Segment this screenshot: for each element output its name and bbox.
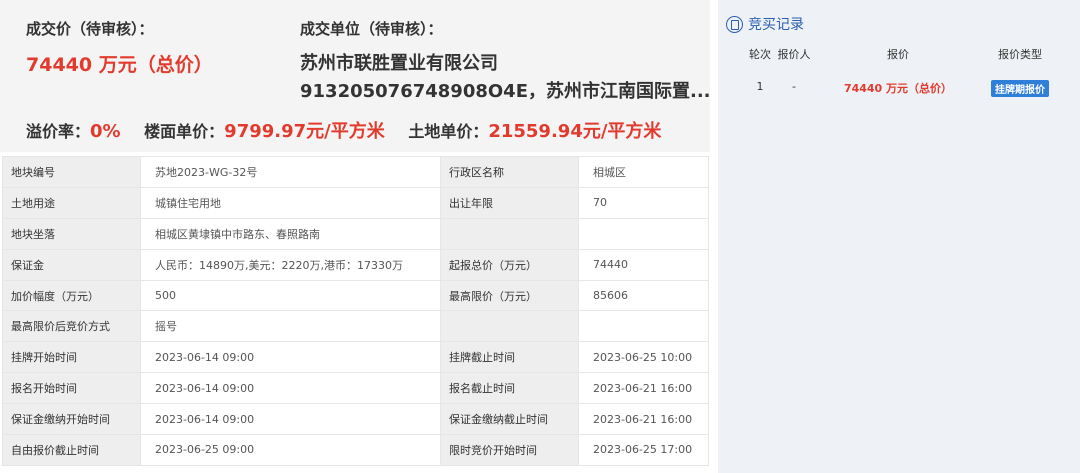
bid-type-badge: 挂牌期报价 (991, 80, 1049, 97)
field-value (578, 310, 709, 343)
land-info-table: 地块编号 苏地2023-WG-32号 行政区名称 相城区 土地用途 城镇住宅用地 出让年限 7… (2, 156, 709, 466)
field-value: 相城区黄埭镇中市路东、春照路南 (140, 217, 441, 250)
table-row: 保证金 人民币：14890万,美元：2220万,港币：17330万 起报总价（万元）… (2, 248, 709, 281)
field-value: 2023-06-14 09:00 (140, 403, 441, 436)
field-value (578, 217, 709, 250)
field-value: 相城区 (578, 156, 709, 188)
field-value: 74440 (578, 248, 709, 281)
field-value: 2023-06-25 09:00 (140, 434, 441, 466)
field-label: 报名开始时间 (2, 372, 141, 405)
field-label (440, 310, 579, 343)
company-info: 苏州市联胜置业有限公司 913205076748908O4E，苏州市江南国际置.… (300, 50, 711, 106)
header-bidder: 报价人 (777, 48, 811, 61)
price-metrics: 溢价率：0% 楼面单价：9799.97元/平方米 土地单价：21559.94元/… (26, 117, 679, 143)
field-value: 2023-06-25 17:00 (578, 434, 709, 466)
table-row: 最高限价后竞价方式 摇号 (2, 310, 709, 343)
field-label: 挂牌截止时间 (440, 341, 579, 374)
bid-record-panel: 竞买记录 轮次 报价人 报价 报价类型 1 - 74440 万元（总价） 挂牌期… (718, 0, 1080, 473)
record-icon (726, 15, 743, 33)
premium-label: 溢价率： (26, 122, 91, 141)
field-label: 最高限价后竞价方式 (2, 310, 141, 343)
bid-bidder: - (792, 80, 796, 93)
field-label: 保证金缴纳截止时间 (440, 403, 579, 436)
field-label: 加价幅度（万元） (2, 279, 141, 312)
field-value: 人民币：14890万,美元：2220万,港币：17330万 (140, 248, 441, 281)
field-label: 限时竞价开始时间 (440, 434, 579, 466)
header-type: 报价类型 (998, 48, 1042, 61)
bid-record-title-text: 竞买记录 (748, 17, 804, 33)
floor-price-value: 9799.97元/平方米 (224, 121, 385, 142)
company-code: 913205076748908O4E，苏州市江南国际置... (300, 81, 711, 102)
field-value: 2023-06-21 16:00 (578, 403, 709, 436)
field-value: 70 (578, 186, 709, 219)
premium-value: 0% (90, 121, 121, 142)
field-label (440, 217, 579, 250)
field-value: 城镇住宅用地 (140, 186, 441, 219)
table-row: 加价幅度（万元） 500 最高限价（万元） 85606 (2, 279, 709, 312)
field-label: 地块编号 (2, 156, 141, 188)
field-value: 2023-06-25 10:00 (578, 341, 709, 374)
table-row: 土地用途 城镇住宅用地 出让年限 70 (2, 186, 709, 219)
deal-price-label: 成交价（待审核）： (26, 20, 154, 38)
field-value: 2023-06-14 09:00 (140, 341, 441, 374)
deal-summary: 成交价（待审核）： 74440 万元（总价） 成交单位（待审核）： 苏州市联胜置… (0, 0, 711, 152)
field-value: 2023-06-14 09:00 (140, 372, 441, 405)
field-label: 土地用途 (2, 186, 141, 219)
field-label: 行政区名称 (440, 156, 579, 188)
floor-price-label: 楼面单价： (144, 122, 225, 141)
field-label: 自由报价截止时间 (2, 434, 141, 466)
bid-price: 74440 万元（总价） (843, 82, 953, 95)
field-value: 2023-06-21 16:00 (578, 372, 709, 405)
header-price: 报价 (887, 48, 909, 61)
table-row: 自由报价截止时间 2023-06-25 09:00 限时竞价开始时间 2023-06-… (2, 434, 709, 466)
field-label: 地块坐落 (2, 217, 141, 250)
field-label: 报名截止时间 (440, 372, 579, 405)
land-price-label: 土地单价： (408, 122, 489, 141)
field-label: 起报总价（万元） (440, 248, 579, 281)
land-price-value: 21559.94元/平方米 (488, 121, 662, 142)
table-row: 保证金缴纳开始时间 2023-06-14 09:00 保证金缴纳截止时间 2023-0… (2, 403, 709, 436)
field-label: 保证金缴纳开始时间 (2, 403, 141, 436)
deal-unit-label: 成交单位（待审核）： (300, 20, 443, 38)
field-label: 挂牌开始时间 (2, 341, 141, 374)
table-row: 地块坐落 相城区黄埭镇中市路东、春照路南 (2, 217, 709, 250)
table-row: 地块编号 苏地2023-WG-32号 行政区名称 相城区 (2, 156, 709, 188)
field-label: 最高限价（万元） (440, 279, 579, 312)
deal-price-value: 74440 万元（总价） (26, 54, 213, 76)
bid-record-title: 竞买记录 (726, 14, 804, 34)
field-value: 85606 (578, 279, 709, 312)
field-value: 500 (140, 279, 441, 312)
table-row: 报名开始时间 2023-06-14 09:00 报名截止时间 2023-06-21 1… (2, 372, 709, 405)
field-value: 摇号 (140, 310, 441, 343)
field-value: 苏地2023-WG-32号 (140, 156, 441, 188)
company-name: 苏州市联胜置业有限公司 (300, 53, 498, 74)
table-row: 挂牌开始时间 2023-06-14 09:00 挂牌截止时间 2023-06-25 1… (2, 341, 709, 374)
field-label: 出让年限 (440, 186, 579, 219)
field-label: 保证金 (2, 248, 141, 281)
